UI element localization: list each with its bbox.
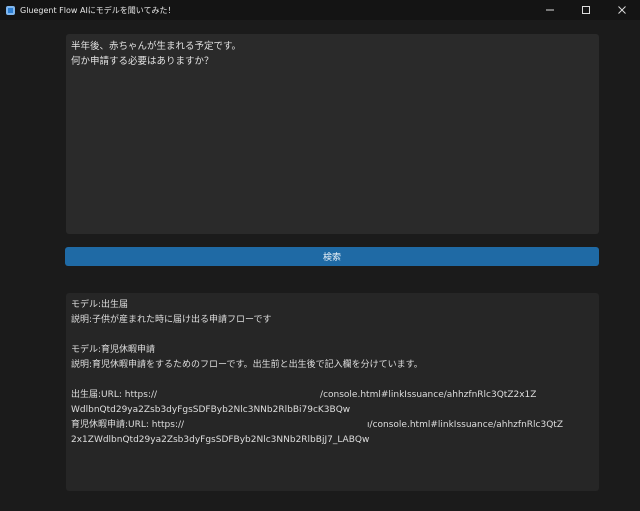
search-button[interactable]: 検索 <box>65 247 599 266</box>
search-button-label: 検索 <box>322 253 341 263</box>
app-window: Gluegent Flow AIにモデルを聞いてみた！ 半年後、赤ちゃんが生まれ… <box>0 0 640 511</box>
result-url-prefix: 育児休暇申請:URL: https:// <box>71 420 185 430</box>
query-textarea[interactable]: 半年後、赤ちゃんが生まれる予定です。 何か申請する必要はありますか？ <box>66 34 599 234</box>
title-bar: Gluegent Flow AIにモデルを聞いてみた！ <box>0 0 640 20</box>
result-model-label: モデル:出生届 <box>71 300 129 310</box>
app-logo-icon <box>6 5 15 15</box>
result-url-continuation: 2x1ZWdlbnQtd29ya2Zsb3dyFgsSDFByb2Nlc3NNb… <box>71 435 370 445</box>
result-blank-line <box>71 328 594 343</box>
minimize-button[interactable] <box>532 0 568 20</box>
result-url-continuation: WdlbnQtd29ya2Zsb3dyFgsSDFByb2Nlc3NNb2Rlb… <box>71 405 351 415</box>
maximize-icon <box>582 6 590 14</box>
result-model-label: モデル:育児休暇申請 <box>71 345 156 355</box>
window-title: Gluegent Flow AIにモデルを聞いてみた！ <box>20 5 176 15</box>
window-controls <box>532 0 640 20</box>
result-url-prefix: 出生届:URL: https:// <box>71 390 158 400</box>
result-model-description: 説明:育児休暇申請をするためのフローです。出生前と出生後で記入欄を分けています。 <box>71 360 423 370</box>
result-url-suffix: ı/console.html#linkIssuance/ahhzfnRlc3Qt… <box>367 420 563 430</box>
result-url-row: 出生届:URL: https:// /console.html#linkIssu… <box>71 388 594 403</box>
close-button[interactable] <box>604 0 640 20</box>
result-blank-line <box>71 373 594 388</box>
redacted-gap <box>157 388 320 403</box>
result-url-row: 育児休暇申請:URL: https:// ı/console.html#link… <box>71 418 594 433</box>
result-url-suffix: /console.html#linkIssuance/ahhzfnRlc3QtZ… <box>320 390 537 400</box>
query-line: 半年後、赤ちゃんが生まれる予定です。 <box>71 41 242 52</box>
redacted-gap <box>184 418 367 433</box>
result-output[interactable]: モデル:出生届 説明:子供が産まれた時に届け出る申請フローです モデル:育児休暇… <box>66 293 599 491</box>
query-line: 何か申請する必要はありますか？ <box>71 56 214 67</box>
close-icon <box>618 6 626 14</box>
minimize-icon <box>546 9 554 11</box>
maximize-button[interactable] <box>568 0 604 20</box>
result-model-description: 説明:子供が産まれた時に届け出る申請フローです <box>71 315 272 325</box>
